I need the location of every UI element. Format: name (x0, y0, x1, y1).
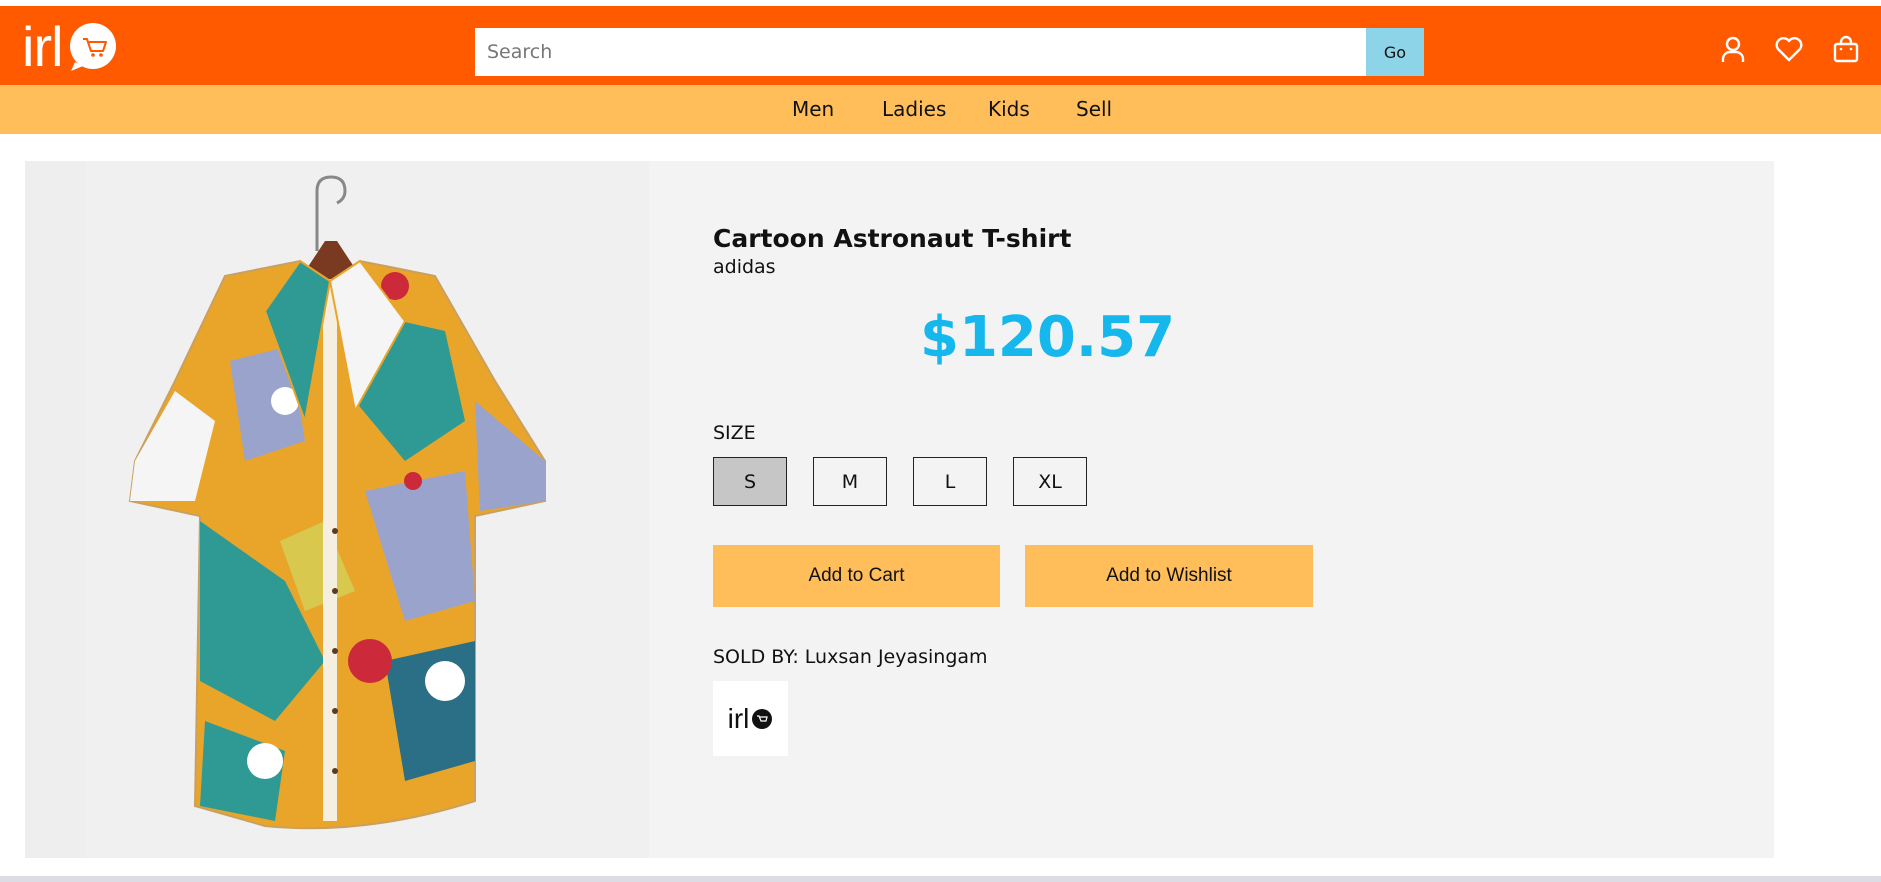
product-card: Cartoon Astronaut T-shirt adidas $120.57… (25, 161, 1774, 858)
nav-item-ladies[interactable]: Ladies (882, 85, 946, 134)
sold-by-text: SOLD BY: Luxsan Jeyasingam (713, 646, 988, 668)
product-brand: adidas (713, 256, 776, 278)
size-label: SIZE (713, 422, 756, 444)
size-option-xl[interactable]: XL (1013, 457, 1087, 506)
window-bottom-edge (0, 876, 1881, 882)
seller-logo[interactable]: irl (713, 681, 788, 756)
product-price: $120.57 (920, 305, 1176, 370)
site-header: irl Go (0, 6, 1881, 85)
search-input[interactable] (475, 28, 1366, 76)
add-to-wishlist-button[interactable]: Add to Wishlist (1025, 545, 1313, 607)
search-go-button[interactable]: Go (1366, 28, 1424, 76)
logo-text: irl (22, 15, 64, 78)
size-option-s[interactable]: S (713, 457, 787, 506)
product-image (25, 161, 649, 858)
account-icon[interactable] (1718, 34, 1748, 64)
shopping-bag-icon[interactable] (1831, 34, 1861, 64)
nav-item-kids[interactable]: Kids (988, 85, 1030, 134)
product-title: Cartoon Astronaut T-shirt (713, 224, 1072, 253)
add-to-cart-button[interactable]: Add to Cart (713, 545, 1000, 607)
cart-bubble-icon (67, 22, 119, 72)
size-option-l[interactable]: L (913, 457, 987, 506)
seller-logo-text: irl (727, 702, 750, 734)
heart-icon[interactable] (1774, 34, 1804, 64)
seller-cart-bubble-icon (752, 708, 773, 729)
category-nav: Men Ladies Kids Sell (0, 85, 1881, 134)
site-logo[interactable]: irl (22, 18, 119, 76)
nav-item-men[interactable]: Men (792, 85, 834, 134)
nav-item-sell[interactable]: Sell (1076, 85, 1112, 134)
size-option-m[interactable]: M (813, 457, 887, 506)
